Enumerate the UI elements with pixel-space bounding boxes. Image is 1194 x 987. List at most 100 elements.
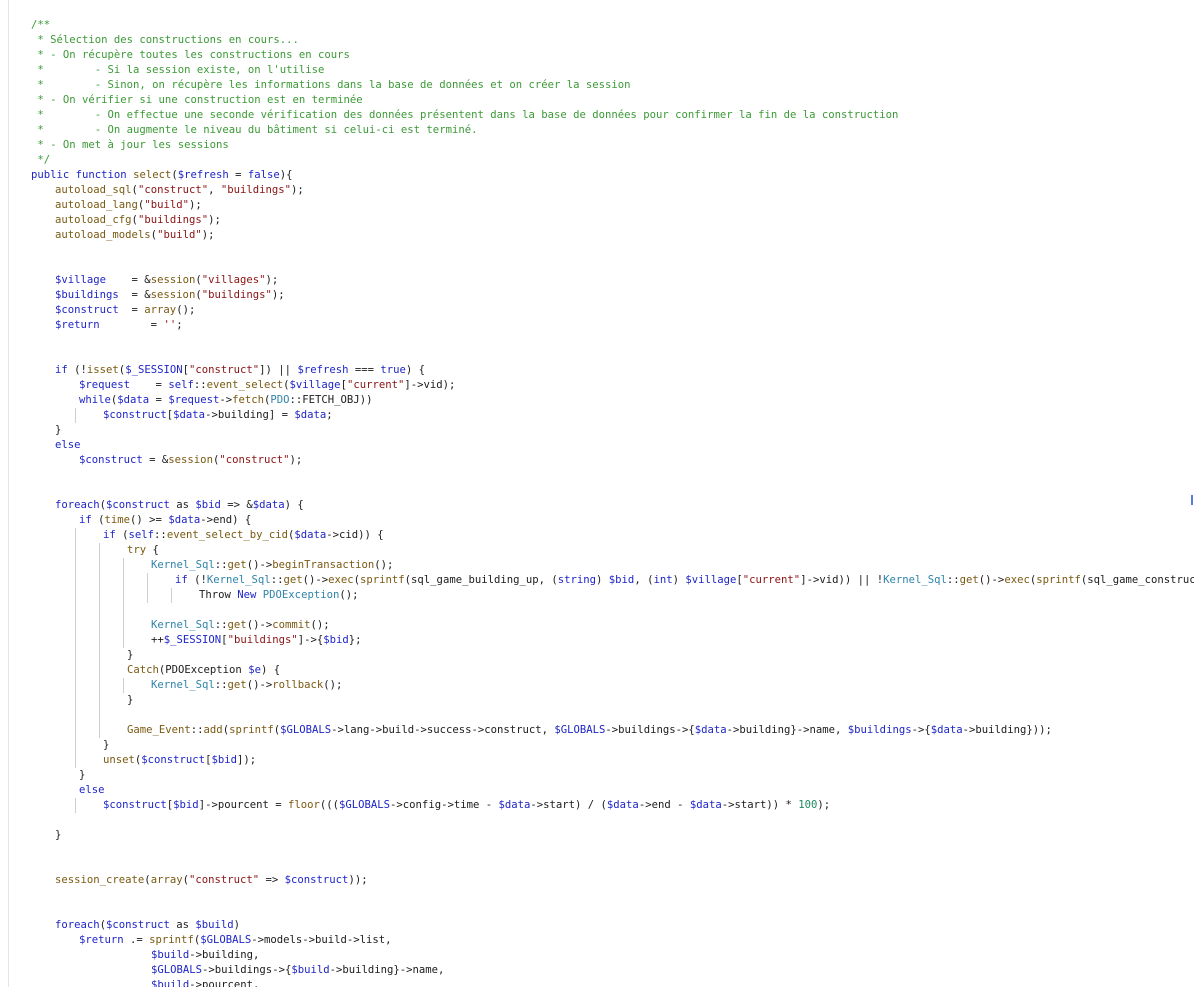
code-token: = &: [118, 289, 151, 301]
code-line[interactable]: [31, 708, 1194, 723]
code-line[interactable]: }: [31, 828, 1194, 843]
code-line[interactable]: * - Si la session existe, on l'utilise: [31, 63, 1194, 78]
code-line[interactable]: * - Sinon, on récupère les informations …: [31, 78, 1194, 93]
code-line[interactable]: [31, 483, 1194, 498]
code-line[interactable]: $build->building,: [31, 948, 1194, 963]
code-line[interactable]: [31, 858, 1194, 873]
code-line[interactable]: [31, 888, 1194, 903]
code-editor[interactable]: /** * Sélection des constructions en cou…: [8, 0, 1194, 987]
code-line[interactable]: * - On effectue une seconde vérification…: [31, 108, 1194, 123]
code-token: event_select: [206, 379, 284, 391]
code-line[interactable]: }: [31, 768, 1194, 783]
code-line[interactable]: $construct[$data->building] = $data;: [31, 408, 1194, 423]
code-line-content: [31, 709, 127, 721]
code-line[interactable]: Kernel_Sql::get()->rollback();: [31, 678, 1194, 693]
code-line[interactable]: $GLOBALS->buildings->{$build->building}-…: [31, 963, 1194, 978]
code-token: }: [127, 694, 134, 706]
code-token: $e: [248, 664, 261, 676]
code-token: ]->vid)) || !: [800, 574, 884, 586]
code-line[interactable]: Kernel_Sql::get()->beginTransaction();: [31, 558, 1194, 573]
code-line[interactable]: */: [31, 153, 1194, 168]
code-line[interactable]: autoload_sql("construct", "buildings");: [31, 183, 1194, 198]
code-line[interactable]: Game_Event::add(sprintf($GLOBALS->lang->…: [31, 723, 1194, 738]
code-line[interactable]: /**: [31, 18, 1194, 33]
code-line[interactable]: $return .= sprintf($GLOBALS->models->bui…: [31, 933, 1194, 948]
code-line[interactable]: while($data = $request->fetch(PDO::FETCH…: [31, 393, 1194, 408]
code-line[interactable]: [31, 243, 1194, 258]
code-token: while: [79, 394, 111, 406]
code-line[interactable]: unset($construct[$bid]);: [31, 753, 1194, 768]
code-line[interactable]: [31, 603, 1194, 618]
indent-guide: [99, 678, 100, 693]
code-line[interactable]: else: [31, 783, 1194, 798]
indent-guide: [99, 573, 100, 588]
code-line[interactable]: $request = self::event_select($village["…: [31, 378, 1194, 393]
code-line-content: $construct[$data->building] = $data;: [31, 409, 333, 421]
code-line[interactable]: * - On augmente le niveau du bâtiment si…: [31, 123, 1194, 138]
code-line[interactable]: foreach($construct as $build): [31, 918, 1194, 933]
code-token: * Sélection des constructions en cours..…: [31, 34, 299, 46]
code-line[interactable]: * - On met à jour les sessions: [31, 138, 1194, 153]
code-line[interactable]: }: [31, 423, 1194, 438]
code-token: ]->{: [297, 634, 324, 646]
code-line[interactable]: $return = '';: [31, 318, 1194, 333]
code-line[interactable]: $build->pourcent,: [31, 978, 1194, 987]
code-token: "construct": [188, 874, 260, 886]
code-token: get: [959, 574, 979, 586]
code-token: $data: [689, 799, 722, 811]
code-line[interactable]: try {: [31, 543, 1194, 558]
code-line[interactable]: Throw New PDOException();: [31, 588, 1194, 603]
code-token: select: [133, 169, 172, 181]
code-line[interactable]: Kernel_Sql::get()->commit();: [31, 618, 1194, 633]
code-line[interactable]: public function select($refresh = false)…: [31, 168, 1194, 183]
code-line-content: else: [31, 784, 105, 796]
code-token: Throw: [199, 589, 238, 601]
code-token: =: [99, 319, 164, 331]
code-line[interactable]: * Sélection des constructions en cours..…: [31, 33, 1194, 48]
code-area[interactable]: /** * Sélection des constructions en cou…: [31, 18, 1194, 987]
code-line[interactable]: * - On récupère toutes les constructions…: [31, 48, 1194, 63]
code-line[interactable]: [31, 813, 1194, 828]
code-token: PDOException: [262, 589, 340, 601]
code-line[interactable]: $construct = &session("construct");: [31, 453, 1194, 468]
code-line[interactable]: foreach($construct as $bid => &$data) {: [31, 498, 1194, 513]
code-token: (PDOException: [158, 664, 249, 676]
code-line[interactable]: [31, 468, 1194, 483]
code-line[interactable]: if (!isset($_SESSION["construct"]) || $r…: [31, 363, 1194, 378]
code-line[interactable]: * - On vérifier si une construction est …: [31, 93, 1194, 108]
code-token: if: [103, 529, 116, 541]
code-line[interactable]: [31, 903, 1194, 918]
code-line[interactable]: [31, 333, 1194, 348]
indent-guide: [99, 633, 100, 648]
code-line[interactable]: [31, 258, 1194, 273]
code-line[interactable]: $village = &session("villages");: [31, 273, 1194, 288]
code-line[interactable]: autoload_cfg("buildings");: [31, 213, 1194, 228]
code-line[interactable]: ++$_SESSION["buildings"]->{$bid};: [31, 633, 1194, 648]
code-line[interactable]: autoload_lang("build");: [31, 198, 1194, 213]
code-line[interactable]: $construct = array();: [31, 303, 1194, 318]
code-line[interactable]: $buildings = &session("buildings");: [31, 288, 1194, 303]
code-token: sprintf: [149, 934, 194, 946]
code-line[interactable]: [31, 843, 1194, 858]
code-line[interactable]: if (!Kernel_Sql::get()->exec(sprintf(sql…: [31, 573, 1194, 588]
code-line[interactable]: $construct[$bid]->pourcent = floor((($GL…: [31, 798, 1194, 813]
code-line[interactable]: if (time() >= $data->end) {: [31, 513, 1194, 528]
code-line[interactable]: }: [31, 648, 1194, 663]
code-line[interactable]: session_create(array("construct" => $con…: [31, 873, 1194, 888]
code-token: get: [283, 574, 303, 586]
code-line-content: while($data = $request->fetch(PDO::FETCH…: [31, 394, 372, 406]
code-line[interactable]: [31, 348, 1194, 363]
code-token: =: [228, 169, 248, 181]
code-line[interactable]: }: [31, 693, 1194, 708]
code-line[interactable]: Catch(PDOException $e) {: [31, 663, 1194, 678]
code-line[interactable]: }: [31, 738, 1194, 753]
code-token: commit: [272, 619, 311, 631]
code-token: Kernel_Sql: [151, 679, 215, 691]
code-token: }: [127, 649, 134, 661]
code-token: public function: [31, 169, 134, 181]
code-line[interactable]: if (self::event_select_by_cid($data->cid…: [31, 528, 1194, 543]
code-line[interactable]: autoload_models("build");: [31, 228, 1194, 243]
code-token: autoload_sql: [55, 184, 132, 196]
code-token: ) {: [284, 499, 304, 511]
code-line[interactable]: else: [31, 438, 1194, 453]
